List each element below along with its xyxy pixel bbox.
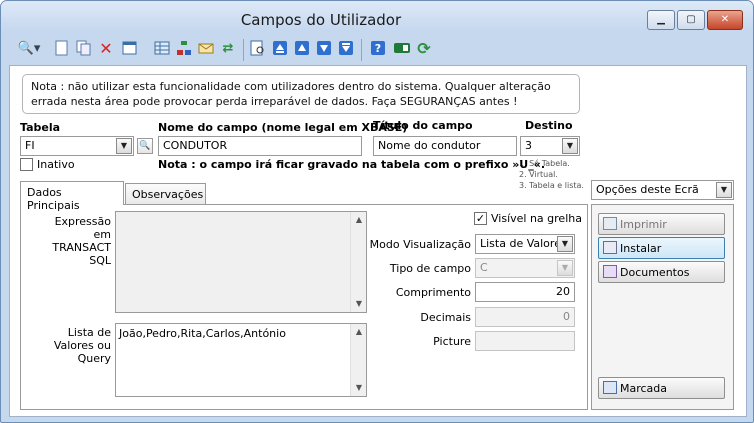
documentos-label: Documentos [620, 266, 690, 279]
lista-valores-value: João,Pedro,Rita,Carlos,António [119, 327, 286, 340]
copy-icon[interactable] [75, 40, 93, 58]
svg-text:?: ? [375, 42, 381, 55]
preview-icon[interactable] [249, 40, 267, 58]
mail-icon[interactable] [197, 40, 215, 58]
comprimento-label: Comprimento [395, 286, 471, 299]
nome-campo-input[interactable]: CONDUTOR [158, 136, 362, 156]
toolbar-separator [243, 39, 244, 61]
tab-dados-principais[interactable]: Dados Principais [20, 181, 124, 212]
titulo-campo-label: Título do campo [373, 119, 473, 132]
scroll-down-icon[interactable]: ▼ [351, 380, 367, 396]
first-icon[interactable] [271, 40, 289, 58]
toolbar-separator [361, 39, 362, 61]
chevron-down-icon[interactable]: ▼ [116, 138, 132, 154]
install-icon [603, 241, 617, 254]
toggle-icon[interactable] [393, 40, 411, 58]
modo-visualizacao-value: Lista de Valores [480, 237, 567, 250]
nome-campo-label: Nome do campo (nome legal em XBASE) [158, 121, 408, 134]
dados-principais-panel: Expressão em TRANSACT SQL ▲ ▼ Lista de V… [20, 204, 588, 410]
last-icon[interactable] [337, 40, 355, 58]
decimais-label: Decimais [420, 311, 471, 324]
tabela-label: Tabela [20, 121, 61, 134]
destino-select[interactable]: 3 ▼ [520, 136, 580, 156]
expressao-textarea[interactable]: ▲ ▼ [115, 211, 367, 313]
help-icon[interactable]: ? [369, 40, 387, 58]
tabela-select[interactable]: FI ▼ [20, 136, 134, 156]
visivel-grelha-checkbox[interactable]: ✓ [474, 212, 487, 225]
picture-label: Picture [433, 335, 471, 348]
tabela-value: FI [25, 139, 35, 152]
imprimir-button[interactable]: Imprimir [598, 213, 725, 235]
warning-note: Nota : não utilizar esta funcionalidade … [22, 74, 580, 114]
lista-valores-textarea[interactable]: João,Pedro,Rita,Carlos,António ▲ ▼ [115, 323, 367, 397]
scroll-up-icon[interactable]: ▲ [351, 212, 367, 228]
opcoes-ecra-panel: Imprimir Instalar Documentos Marcada [591, 204, 734, 410]
toolbar: 🔍▾ ✕ ⇄ ? ⟳ [9, 36, 747, 64]
destino-option-3: 3. Tabela e lista. [519, 181, 584, 190]
close-button[interactable]: ✕ [707, 10, 743, 30]
marker-icon [603, 381, 617, 394]
new-icon[interactable] [53, 40, 71, 58]
visivel-grelha-label: Visível na grelha [491, 212, 582, 225]
documentos-button[interactable]: Documentos [598, 261, 725, 283]
destino-option-2: 2. Virtual. [519, 170, 558, 179]
titulo-campo-input[interactable]: Nome do condutor [373, 136, 517, 156]
delete-icon[interactable]: ✕ [97, 40, 115, 58]
chevron-down-icon[interactable]: ▼ [557, 260, 573, 276]
grid-icon[interactable] [153, 40, 171, 58]
destino-value: 3 [525, 139, 532, 152]
instalar-label: Instalar [620, 242, 662, 255]
search-dropdown-icon[interactable]: 🔍▾ [15, 40, 43, 58]
picture-input[interactable] [475, 331, 575, 351]
marcada-label: Marcada [620, 382, 668, 395]
imprimir-label: Imprimir [620, 218, 667, 231]
properties-icon[interactable] [121, 40, 139, 58]
tipo-campo-select[interactable]: C ▼ [475, 258, 575, 278]
tree-icon[interactable] [175, 40, 193, 58]
maximize-button[interactable]: ▢ [677, 10, 705, 30]
inativo-label: Inativo [37, 158, 75, 171]
tab-observacoes[interactable]: Observações [125, 183, 206, 205]
app-window: Campos do Utilizador ▁ ▢ ✕ 🔍▾ ✕ ⇄ ? ⟳ No… [0, 0, 754, 423]
printer-icon [603, 217, 617, 230]
minimize-button[interactable]: ▁ [647, 10, 675, 30]
opcoes-ecra-select[interactable]: Opções deste Ecrã ▼ [591, 180, 734, 200]
lookup-icon[interactable]: 🔍 [137, 138, 153, 154]
destino-label: Destino [525, 119, 573, 132]
window-title: Campos do Utilizador [240, 11, 402, 29]
marcada-button[interactable]: Marcada [598, 377, 725, 399]
modo-visualizacao-select[interactable]: Lista de Valores ▼ [475, 234, 575, 254]
lista-valores-label: Lista de Valores ou Query [53, 326, 111, 365]
main-panel: Nota : não utilizar esta funcionalidade … [9, 65, 747, 417]
previous-icon[interactable] [293, 40, 311, 58]
chevron-down-icon[interactable]: ▼ [716, 182, 732, 198]
chevron-down-icon[interactable]: ▼ [557, 236, 573, 252]
tipo-campo-label: Tipo de campo [389, 262, 471, 275]
tipo-campo-value: C [480, 261, 488, 274]
refresh-icon[interactable]: ⟳ [415, 40, 433, 58]
documents-icon [603, 265, 617, 278]
decimais-input[interactable]: 0 [475, 307, 575, 327]
inativo-checkbox[interactable] [20, 158, 33, 171]
chevron-down-icon[interactable]: ▼ [562, 138, 578, 154]
expressao-label: Expressão em TRANSACT SQL [52, 215, 111, 267]
title-bar: Campos do Utilizador ▁ ▢ ✕ [1, 1, 753, 33]
next-icon[interactable] [315, 40, 333, 58]
prefix-note: Nota : o campo irá ficar gravado na tabe… [158, 158, 546, 171]
transfer-icon[interactable]: ⇄ [219, 40, 237, 58]
modo-visualizacao-label: Modo Visualização [369, 238, 471, 251]
opcoes-ecra-value: Opções deste Ecrã [596, 183, 699, 196]
comprimento-input[interactable]: 20 [475, 282, 575, 302]
instalar-button[interactable]: Instalar [598, 237, 725, 259]
